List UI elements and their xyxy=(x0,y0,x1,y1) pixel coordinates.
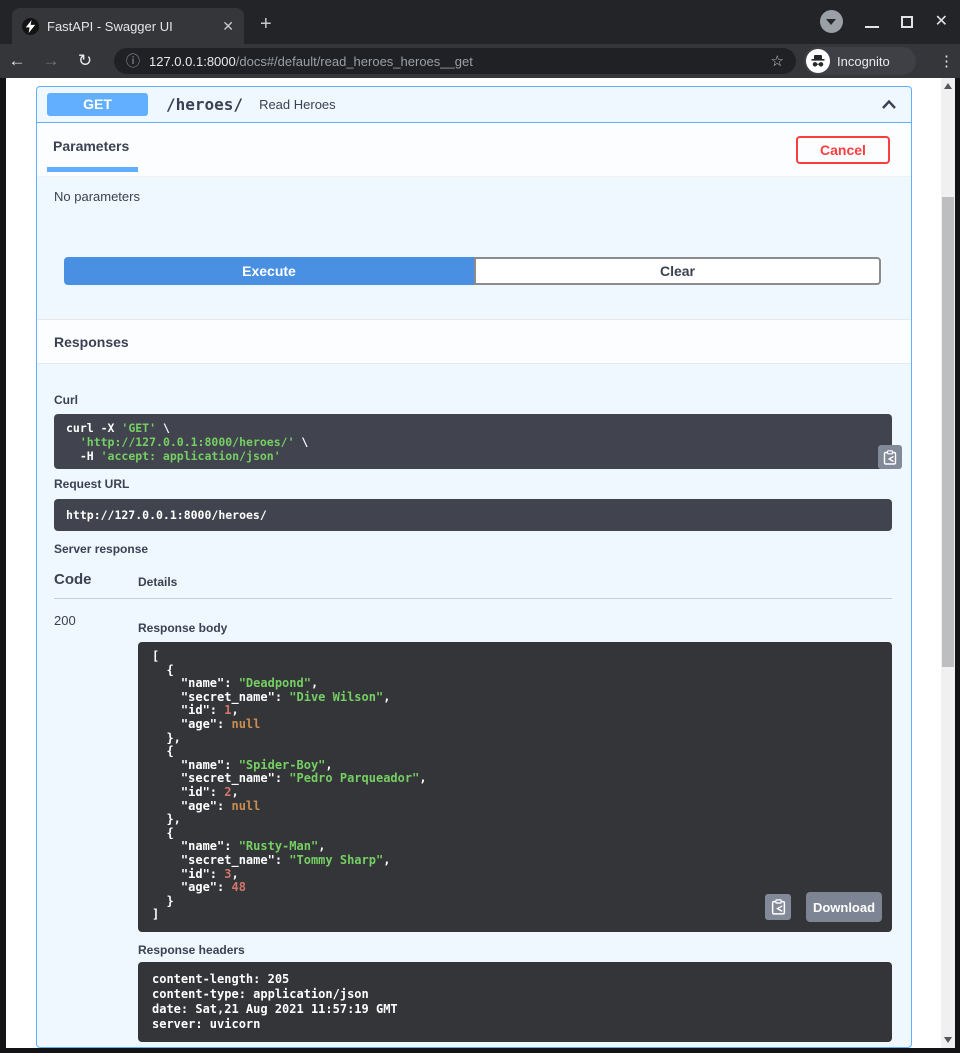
browser-menu-icon[interactable]: ⋮ xyxy=(939,52,954,70)
incognito-badge: Incognito xyxy=(804,47,916,75)
request-url-value: http://127.0.0.1:8000/heroes/ xyxy=(66,508,267,522)
curl-copy-button[interactable] xyxy=(878,445,902,469)
scroll-up-icon[interactable] xyxy=(944,83,952,89)
parameters-title: Parameters xyxy=(53,138,129,154)
bookmark-star-icon[interactable]: ☆ xyxy=(771,52,784,70)
scrollbar-thumb[interactable] xyxy=(942,197,954,667)
incognito-label: Incognito xyxy=(837,54,890,69)
execute-button[interactable]: Execute xyxy=(64,257,474,285)
address-bar[interactable]: ⓘ 127.0.0.1:8000/docs#/default/read_hero… xyxy=(114,48,796,74)
site-info-icon[interactable]: ⓘ xyxy=(126,51,140,71)
curl-label: Curl xyxy=(54,393,78,407)
url-path: /docs#/default/read_heroes_heroes__get xyxy=(236,54,473,69)
browser-tab[interactable]: FastAPI - Swagger UI ✕ xyxy=(12,8,244,44)
cancel-button[interactable]: Cancel xyxy=(796,136,890,164)
request-url-block: http://127.0.0.1:8000/heroes/ xyxy=(54,499,892,531)
page-content: GET /heroes/ Read Heroes Parameters Canc… xyxy=(6,78,955,1048)
back-icon[interactable]: ← xyxy=(0,51,34,71)
no-parameters-text: No parameters xyxy=(54,189,140,204)
response-body-block: [ { "name": "Deadpond", "secret_name": "… xyxy=(138,642,892,932)
url-text[interactable]: 127.0.0.1:8000/docs#/default/read_heroes… xyxy=(149,54,762,69)
tab-close-icon[interactable]: ✕ xyxy=(222,19,234,33)
server-response-label: Server response xyxy=(54,542,148,556)
reload-icon[interactable]: ↻ xyxy=(68,51,102,71)
new-tab-icon[interactable]: + xyxy=(260,14,272,34)
clear-button[interactable]: Clear xyxy=(474,257,881,285)
responses-title: Responses xyxy=(54,334,129,350)
code-column-header: Code xyxy=(54,571,92,588)
tab-title: FastAPI - Swagger UI xyxy=(47,19,214,34)
response-headers-block: content-length: 205content-type: applica… xyxy=(138,962,892,1042)
maximize-icon[interactable] xyxy=(901,16,913,28)
http-method-badge: GET xyxy=(47,93,148,116)
minimize-icon[interactable] xyxy=(865,26,879,28)
incognito-icon xyxy=(806,49,830,73)
parameters-section-header: Parameters Cancel xyxy=(37,123,911,177)
browser-titlebar: FastAPI - Swagger UI ✕ + ✕ xyxy=(0,0,960,44)
response-body-json: [ { "name": "Deadpond", "secret_name": "… xyxy=(152,650,878,922)
table-divider xyxy=(54,598,892,599)
responses-section-header: Responses xyxy=(37,319,911,364)
browser-toolbar: ← → ↻ ⓘ 127.0.0.1:8000/docs#/default/rea… xyxy=(0,44,960,78)
request-url-label: Request URL xyxy=(54,477,129,491)
clipboard-icon xyxy=(883,450,897,465)
response-copy-button[interactable] xyxy=(765,894,791,920)
opblock-get-heroes: GET /heroes/ Read Heroes Parameters Canc… xyxy=(36,86,912,1048)
opblock-header[interactable]: GET /heroes/ Read Heroes xyxy=(37,87,911,123)
url-host: 127.0.0.1:8000 xyxy=(149,54,236,69)
scroll-down-icon[interactable] xyxy=(944,1037,952,1043)
tab-search-icon[interactable] xyxy=(820,10,843,33)
parameters-tab-indicator xyxy=(47,167,138,172)
clipboard-icon xyxy=(771,899,786,915)
details-column-header: Details xyxy=(138,575,177,589)
forward-icon[interactable]: → xyxy=(34,51,68,71)
download-button[interactable]: Download xyxy=(806,892,882,922)
window-close-icon[interactable]: ✕ xyxy=(935,14,948,30)
endpoint-summary: Read Heroes xyxy=(259,97,336,112)
page-scrollbar[interactable] xyxy=(941,78,955,1048)
endpoint-path: /heroes/ xyxy=(166,95,243,114)
fastapi-favicon-icon xyxy=(22,18,39,35)
curl-code-block: curl -X 'GET' \ 'http://127.0.0.1:8000/h… xyxy=(54,414,892,469)
status-code: 200 xyxy=(54,613,76,628)
collapse-chevron-icon[interactable] xyxy=(879,95,899,115)
execute-row: Execute Clear xyxy=(64,257,881,285)
response-headers-label: Response headers xyxy=(138,943,245,957)
browser-window: FastAPI - Swagger UI ✕ + ✕ ← → ↻ ⓘ 127.0… xyxy=(0,0,960,1053)
response-body-label: Response body xyxy=(138,621,227,635)
